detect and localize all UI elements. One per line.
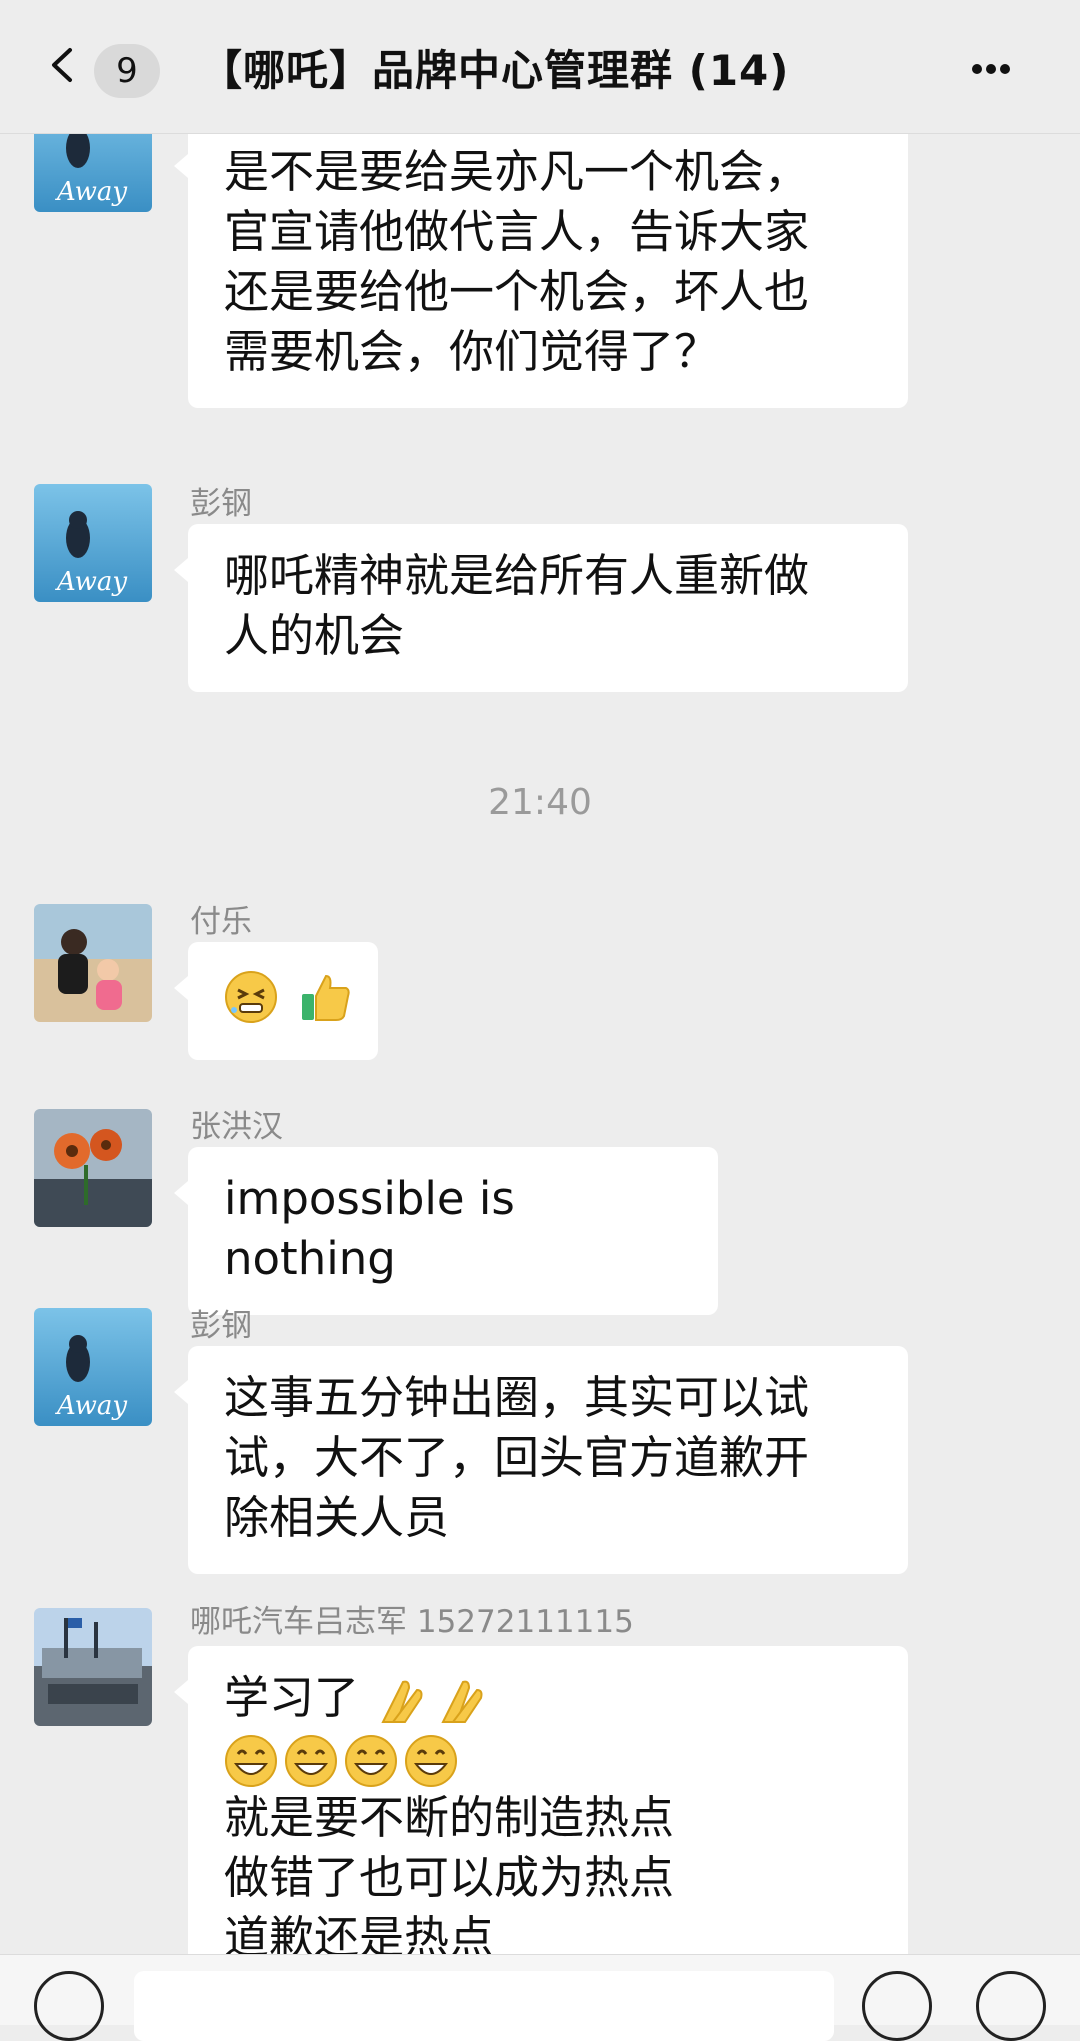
- grin-emoji-icon: [404, 1734, 458, 1788]
- unread-count-badge[interactable]: 9: [94, 44, 160, 98]
- sender-name: 付乐: [190, 904, 252, 940]
- grin-emoji-icon: [284, 1734, 338, 1788]
- message-line: 需要机会，你们觉得了？: [224, 325, 720, 378]
- message-line: 人的机会: [224, 609, 405, 662]
- more-options-icon[interactable]: [972, 48, 1032, 90]
- message-line: 道歉还是热点: [224, 1911, 495, 1954]
- thumbs-up-emoji-icon: [298, 970, 352, 1024]
- clap-hands-emoji-icon: [373, 1674, 427, 1728]
- message-line: 这事五分钟出圈，其实可以试: [224, 1371, 810, 1424]
- beach-photo-avatar-icon[interactable]: [34, 904, 152, 1022]
- sender-name: 张洪汉: [190, 1109, 283, 1145]
- message-bubble[interactable]: [174, 942, 378, 1060]
- emoji-icon[interactable]: [862, 1971, 932, 2041]
- message-line: 做错了也可以成为热点: [224, 1851, 675, 1904]
- grin-emoji-icon: [224, 1734, 278, 1788]
- message-line: 是不是要给吴亦凡一个机会，: [224, 145, 810, 198]
- message-bubble[interactable]: 这事五分钟出圈，其实可以试 试，大不了，回头官方道歉开 除相关人员: [174, 1346, 908, 1574]
- message-line: 还是要给他一个机会，坏人也: [224, 265, 810, 318]
- away-avatar-icon[interactable]: Away: [34, 1308, 152, 1426]
- chat-header: 9 【哪吒】品牌中心管理群 (14): [0, 0, 1080, 134]
- back-arrow-icon[interactable]: [44, 46, 82, 84]
- svg-text:Away: Away: [55, 567, 127, 597]
- message-line: 试，大不了，回头官方道歉开: [224, 1431, 810, 1484]
- sender-name: 哪吒汽车吕志军 15272111115: [190, 1604, 634, 1640]
- voice-icon[interactable]: [34, 1971, 104, 2041]
- chat-title: 【哪吒】品牌中心管理群 (14): [200, 46, 790, 95]
- message-timestamp: 21:40: [488, 782, 592, 823]
- message-line: 哪吒精神就是给所有人重新做: [224, 549, 810, 602]
- message-line: 官宣请他做代言人，告诉大家: [224, 205, 810, 258]
- away-avatar-icon[interactable]: Away: [34, 484, 152, 602]
- emoji-line: [224, 1728, 872, 1788]
- svg-text:Away: Away: [55, 1391, 127, 1421]
- clap-hands-emoji-icon: [433, 1674, 487, 1728]
- grin-emoji-icon: [344, 1734, 398, 1788]
- away-avatar-icon[interactable]: Away: [34, 134, 152, 212]
- flower-photo-avatar-icon[interactable]: [34, 1109, 152, 1227]
- sender-name: 彭钢: [190, 486, 252, 522]
- message-bubble[interactable]: impossible is nothing: [174, 1147, 718, 1315]
- input-bar: [0, 1954, 1080, 2041]
- message-line: 学习了: [224, 1668, 872, 1728]
- message-bubble[interactable]: 学习了 就是要不断的制造热点 做错了也可以成为热点 道歉还是热点: [174, 1646, 908, 1954]
- plus-icon[interactable]: [976, 1971, 1046, 2041]
- message-bubble[interactable]: 哪吒精神就是给所有人重新做 人的机会: [174, 524, 908, 692]
- svg-text:Away: Away: [55, 177, 127, 207]
- grimace-emoji-icon: [224, 970, 278, 1024]
- message-bubble[interactable]: 是不是要给吴亦凡一个机会， 官宣请他做代言人，告诉大家 还是要给他一个机会，坏人…: [174, 134, 908, 408]
- message-input[interactable]: [134, 1971, 834, 2041]
- sender-name: 彭钢: [190, 1308, 252, 1344]
- building-photo-avatar-icon[interactable]: [34, 1608, 152, 1726]
- message-line: impossible is nothing: [224, 1172, 515, 1285]
- message-line: 就是要不断的制造热点: [224, 1791, 675, 1844]
- message-line: 除相关人员: [224, 1491, 450, 1544]
- message-text: 学习了: [224, 1671, 360, 1724]
- message-list[interactable]: Away 是不是要给吴亦凡一个机会， 官宣请他做代言人，告诉大家 还是要给他一个…: [0, 134, 1080, 1954]
